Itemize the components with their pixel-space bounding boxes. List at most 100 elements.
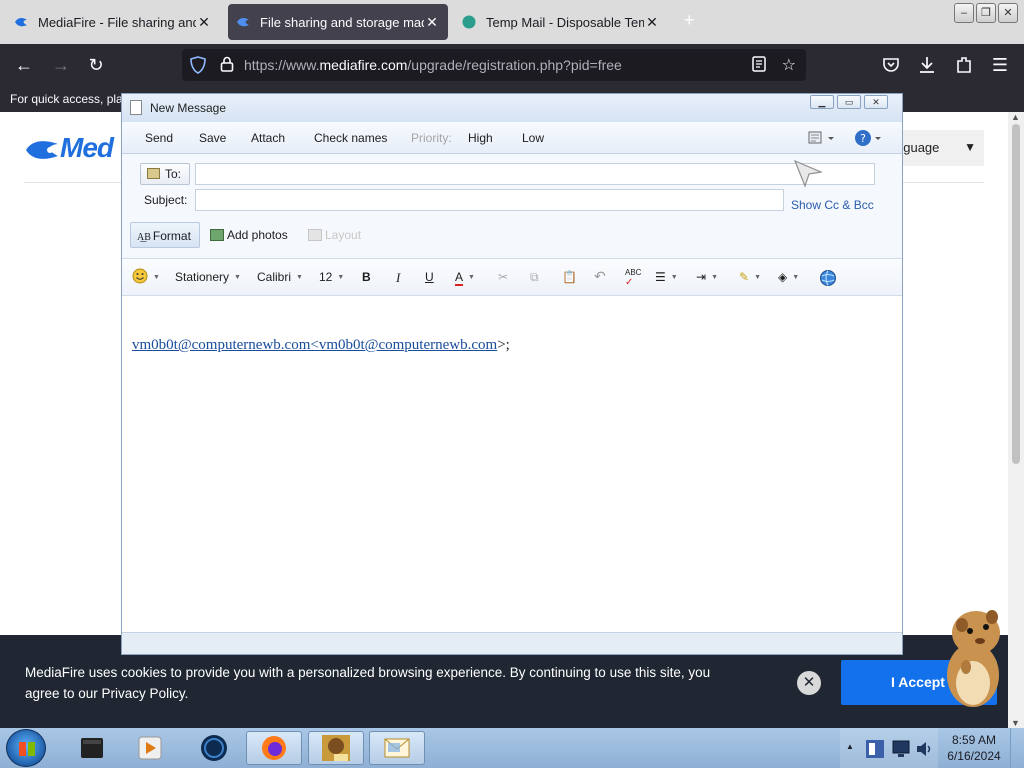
taskbar-app-bonzi[interactable] [308,731,364,765]
mediafire-favicon-icon [237,17,249,27]
extensions-icon[interactable] [955,55,973,75]
firefox-icon [262,736,286,760]
close-icon[interactable]: ✕ [864,95,888,109]
pocket-icon[interactable] [882,56,900,74]
cookie-text: MediaFire uses cookies to provide you wi… [25,665,711,701]
taskbar-app-firefox[interactable] [246,731,302,765]
message-header: To: Subject: Show Cc & Bcc A͟B Format Add… [122,154,902,258]
mediafire-logo[interactable]: Med [24,132,114,164]
help-icon[interactable]: ? [853,128,883,148]
italic-button[interactable]: I [396,270,400,286]
save-button[interactable]: Save [199,131,226,145]
tab-registration[interactable]: File sharing and storage made ✕ [228,4,448,40]
close-tab-icon[interactable]: ✕ [196,14,212,31]
back-icon[interactable]: ← [13,54,35,76]
attach-button[interactable]: Attach [251,131,285,145]
maximize-icon[interactable]: ▭ [837,95,861,109]
font-size-dropdown[interactable]: 12 ▼ [319,270,344,284]
restore-icon[interactable]: ❐ [976,3,996,23]
show-hidden-icons-icon[interactable]: ▲ [846,742,854,751]
cookie-close-button[interactable]: ✕ [797,671,821,695]
reload-icon[interactable]: ↻ [85,54,107,76]
message-toolbar: Send Save Attach Check names Priority: H… [122,122,902,154]
priority-high-button[interactable]: High [468,131,493,145]
message-body[interactable]: vm0b0t@computernewb.com<vm0b0t@computern… [122,296,902,632]
body-tail-text: >; [497,337,510,353]
paste-icon[interactable]: 📋 [562,270,577,284]
send-button[interactable]: Send [145,131,173,145]
action-center-flag-icon[interactable] [864,738,886,760]
highlight-icon[interactable]: ✎ ▼ [739,270,761,284]
minimize-icon[interactable]: – [954,3,974,23]
tab-temp-mail[interactable]: Temp Mail - Disposable Tempo ✕ [454,4,668,40]
taskbar-app-player[interactable] [122,731,178,765]
close-window-icon[interactable]: ✕ [998,3,1018,23]
scroll-down-icon[interactable]: ▼ [1011,718,1020,728]
url-bar[interactable]: https://www.mediafire.com/upgrade/regist… [182,49,806,81]
photo-icon [210,229,224,241]
add-photos-button[interactable]: Add photos [210,228,288,242]
tab-title: Temp Mail - Disposable Tempo [486,14,644,30]
cut-icon[interactable]: ✂ [498,270,508,284]
bookmark-star-icon[interactable]: ☆ [782,55,796,75]
bonzi-box-icon [322,735,350,761]
numbered-list-icon[interactable]: ☰ ▼ [655,270,678,284]
font-size-label: 12 [319,270,333,284]
to-button[interactable]: To: [140,163,190,185]
url-text[interactable]: https://www.mediafire.com/upgrade/regist… [244,57,622,73]
lock-icon[interactable] [220,56,234,72]
text-direction-icon[interactable]: ◈ ▼ [778,270,799,284]
view-options-icon[interactable] [808,130,836,146]
taskbar-app-media[interactable] [64,731,120,765]
url-path: /upgrade/registration.php?pid=free [407,57,622,73]
smiley-icon [132,268,148,284]
scrollbar-thumb[interactable] [1012,124,1020,464]
format-icon: A͟B [137,232,151,243]
menu-icon[interactable]: ☰ [989,54,1011,76]
subject-field[interactable] [195,189,784,211]
underline-button[interactable]: U [425,270,434,284]
new-message-window: New Message ▁ ▭ ✕ Send Save Attach Check… [121,93,903,655]
undo-icon[interactable]: ↶ [594,268,606,285]
minimize-icon[interactable]: ▁ [810,95,834,109]
show-desktop-button[interactable] [1010,728,1024,768]
page-scrollbar[interactable]: ▲ ▼ [1008,112,1024,728]
scroll-up-icon[interactable]: ▲ [1011,112,1020,122]
network-icon[interactable] [890,738,912,760]
show-cc-bcc-link[interactable]: Show Cc & Bcc [791,198,874,212]
reader-view-icon[interactable] [752,56,766,72]
volume-icon[interactable] [914,738,934,760]
emoticon-button[interactable]: ▼ [132,268,160,284]
taskbar-app-mail[interactable] [369,731,425,765]
close-tab-icon[interactable]: ✕ [644,14,660,31]
chevron-down-icon: ▼ [337,274,345,281]
spell-check-icon[interactable]: ABC ✓ [625,268,641,288]
taskbar-app-globe[interactable] [186,731,242,765]
layout-button[interactable]: Layout [308,228,361,242]
layout-label: Layout [325,228,362,242]
to-field[interactable] [195,163,875,185]
check-names-button[interactable]: Check names [314,131,387,145]
close-tab-icon[interactable]: ✕ [424,14,440,31]
indent-icon[interactable]: ⇥ ▼ [696,270,718,284]
start-button[interactable] [6,729,46,767]
font-color-button[interactable]: A ▼ [455,270,475,286]
hyperlink-globe-icon[interactable] [819,269,837,287]
windows-taskbar: ▲ 8:59 AM 6/16/2024 [0,728,1024,768]
bold-button[interactable]: B [362,270,371,284]
new-tab-icon[interactable]: + [684,10,695,31]
format-button[interactable]: A͟B Format [130,222,200,248]
taskbar-clock[interactable]: 8:59 AM 6/16/2024 [942,732,1006,764]
message-titlebar[interactable]: New Message ▁ ▭ ✕ [122,94,902,122]
downloads-icon[interactable] [918,55,936,75]
priority-low-button[interactable]: Low [522,131,544,145]
globe-app-icon [201,735,227,761]
font-dropdown[interactable]: Calibri ▼ [257,270,303,284]
tracking-shield-icon[interactable] [190,56,206,74]
email-link[interactable]: vm0b0t@computernewb.com<vm0b0t@computern… [132,337,497,353]
tab-mediafire[interactable]: MediaFire - File sharing and sto ✕ [6,4,220,40]
mediafire-flame-icon [26,140,58,159]
forward-icon[interactable]: → [50,54,72,76]
stationery-dropdown[interactable]: Stationery ▼ [175,270,241,284]
copy-icon[interactable]: ⧉ [530,270,539,285]
